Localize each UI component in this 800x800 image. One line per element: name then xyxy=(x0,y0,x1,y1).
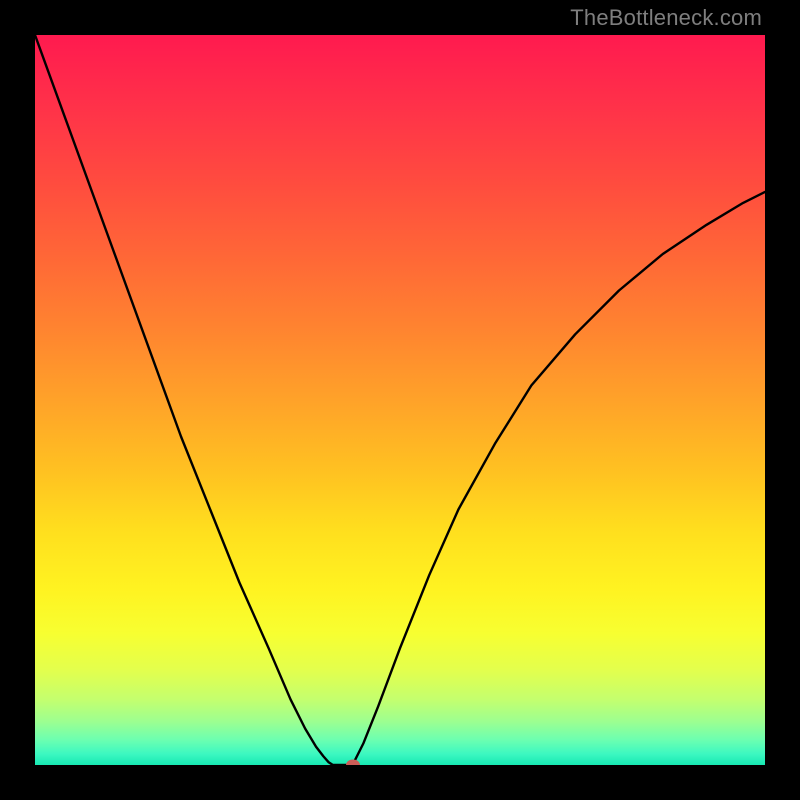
optimal-point-marker xyxy=(346,760,360,766)
watermark-text: TheBottleneck.com xyxy=(570,5,762,31)
curve-layer xyxy=(35,35,765,765)
plot-area xyxy=(35,35,765,765)
bottleneck-curve xyxy=(35,35,765,765)
chart-frame: TheBottleneck.com xyxy=(0,0,800,800)
